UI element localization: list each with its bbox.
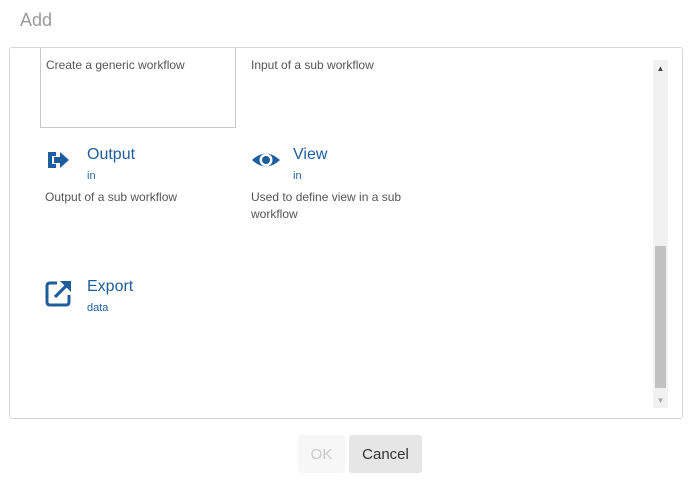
tile-output[interactable]: Output in Output of a sub workflow xyxy=(45,146,241,227)
tile-description: Used to define view in a sub workflow xyxy=(251,190,402,221)
tile-tag: data xyxy=(87,302,109,314)
eye-icon xyxy=(251,147,281,177)
ok-button[interactable]: OK xyxy=(298,435,345,473)
cancel-button[interactable]: Cancel xyxy=(349,435,422,473)
tile-name: Export xyxy=(87,278,134,295)
tile-view[interactable]: View in Used to define view in a sub wor… xyxy=(251,146,421,227)
tile-description: Input of a sub workflow xyxy=(251,58,374,72)
scroll-up-icon[interactable]: ▲ xyxy=(653,60,668,76)
tile-tag: in xyxy=(87,170,96,182)
tile-name: Output xyxy=(87,146,136,163)
dialog-title: Add xyxy=(20,10,53,30)
tile-input[interactable]: Input of a sub workflow xyxy=(251,48,447,86)
tile-tag: in xyxy=(293,170,302,182)
tile-export[interactable]: Export data xyxy=(45,278,241,339)
scrollbar-thumb[interactable] xyxy=(655,246,666,388)
sign-out-icon xyxy=(45,147,75,177)
tile-name: View xyxy=(293,146,328,163)
tile-generic-workflow[interactable]: Create a generic workflow xyxy=(40,48,236,128)
scroll-down-icon[interactable]: ▼ xyxy=(653,392,668,408)
item-list-panel: Create a generic workflow Input of a sub… xyxy=(9,47,683,419)
tile-description: Create a generic workflow xyxy=(46,58,185,72)
external-link-icon xyxy=(45,279,75,309)
vertical-scrollbar[interactable]: ▲ ▼ xyxy=(653,60,668,408)
tile-description: Output of a sub workflow xyxy=(45,190,178,204)
